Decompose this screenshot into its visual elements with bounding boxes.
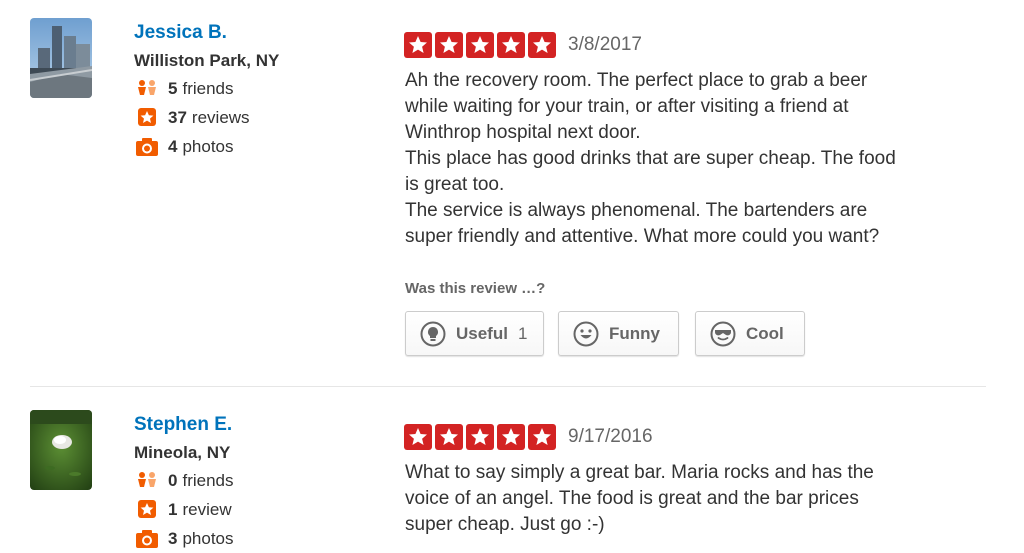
user-avatar[interactable] (30, 410, 92, 490)
funny-label: Funny (609, 323, 660, 343)
review-date: 3/8/2017 (568, 34, 642, 55)
useful-label: Useful (456, 323, 508, 343)
review-text-line: super cheap. Just go :-) (405, 514, 605, 535)
user-name-link[interactable]: Stephen E. (134, 414, 232, 436)
star-icon (466, 424, 494, 450)
vote-question: Was this review …? (405, 280, 546, 297)
review-text-line: super friendly and attentive. What more … (405, 226, 880, 247)
useful-button[interactable]: Useful 1 (405, 311, 544, 356)
review-star-icon (138, 500, 156, 518)
review-text-line: Ah the recovery room. The perfect place … (405, 70, 868, 91)
star-rating (404, 32, 556, 58)
smiley-icon (573, 321, 599, 346)
user-location: Williston Park, NY (134, 51, 280, 70)
review-item: Stephen E. Mineola, NY 0 friends 1 review … (0, 387, 1024, 553)
star-rating (404, 424, 556, 450)
friends-icon (138, 472, 156, 487)
user-name-link[interactable]: Jessica B. (134, 22, 227, 44)
star-icon (435, 424, 463, 450)
star-icon (435, 32, 463, 58)
review-date: 9/17/2016 (568, 426, 653, 447)
funny-button[interactable]: Funny (558, 311, 679, 356)
reviews-count: 1 review (134, 499, 232, 521)
review-text-line: The service is always phenomenal. The ba… (405, 200, 868, 221)
user-avatar[interactable] (30, 18, 92, 98)
user-location: Mineola, NY (134, 443, 231, 462)
review-text: Ah the recovery room. The perfect place … (405, 68, 985, 250)
friends-icon (138, 80, 156, 95)
photos-count: 4 photos (134, 136, 234, 158)
review-text-line: voice of an angel. The food is great and… (405, 488, 859, 509)
review-text-line: Winthrop hospital next door. (405, 122, 641, 143)
review-text: What to say simply a great bar. Maria ro… (405, 460, 985, 538)
star-icon (528, 32, 556, 58)
avatar-photo-grass (30, 410, 92, 490)
star-icon (528, 424, 556, 450)
avatar-photo-city (30, 18, 92, 98)
review-item: Jessica B. Williston Park, NY 5 friends 3… (0, 0, 1024, 386)
photos-count: 3 photos (134, 528, 234, 550)
review-text-line: is great too. (405, 174, 505, 195)
review-text-line: This place has good drinks that are supe… (405, 148, 896, 169)
reviews-count: 37 reviews (134, 107, 250, 129)
friends-count: 5 friends (134, 78, 234, 100)
review-text-line: What to say simply a great bar. Maria ro… (405, 462, 874, 483)
star-icon (404, 424, 432, 450)
review-star-icon (138, 108, 156, 126)
cool-button[interactable]: Cool (695, 311, 805, 356)
review-text-line: while waiting for your train, or after v… (405, 96, 849, 117)
star-icon (466, 32, 494, 58)
camera-icon (136, 138, 158, 156)
useful-count: 1 (517, 323, 528, 343)
star-icon (497, 32, 525, 58)
cool-label: Cool (746, 323, 784, 343)
friends-count: 0 friends (134, 470, 234, 492)
star-icon (497, 424, 525, 450)
lightbulb-icon (420, 321, 446, 346)
camera-icon (136, 530, 158, 548)
sunglasses-icon (710, 321, 736, 346)
star-icon (404, 32, 432, 58)
